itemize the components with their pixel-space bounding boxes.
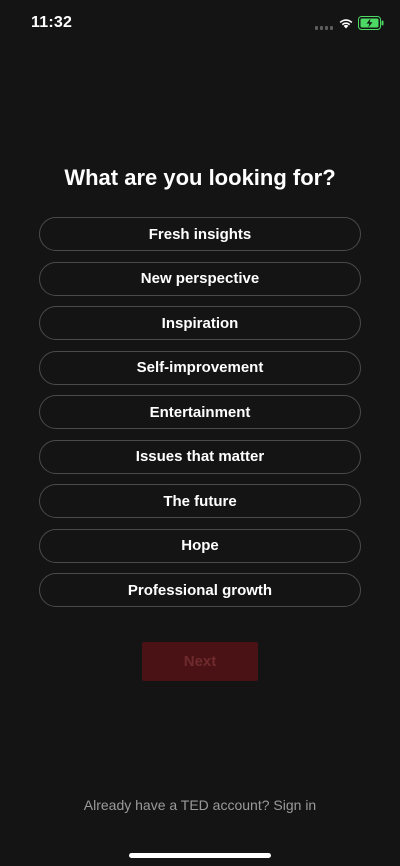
option-inspiration[interactable]: Inspiration [39, 306, 361, 340]
page-title: What are you looking for? [64, 165, 336, 190]
option-self-improvement[interactable]: Self-improvement [39, 350, 361, 385]
option-professional-growth[interactable]: Professional growth [39, 573, 361, 607]
battery-charging-icon [358, 16, 384, 30]
home-indicator[interactable] [129, 853, 271, 858]
option-hope[interactable]: Hope [39, 528, 361, 563]
status-time: 11:32 [31, 14, 73, 31]
interest-options-list: Fresh insights New perspective Inspirati… [39, 217, 361, 618]
wifi-icon [339, 19, 353, 29]
signin-row: Already have a TED account? Sign in [0, 797, 400, 813]
signin-link[interactable]: Sign in [273, 797, 316, 813]
next-button[interactable]: Next [142, 642, 258, 681]
option-entertainment[interactable]: Entertainment [39, 395, 361, 429]
option-new-perspective[interactable]: New perspective [39, 261, 361, 296]
signin-prompt: Already have a TED account? [83, 797, 270, 813]
option-fresh-insights[interactable]: Fresh insights [39, 217, 361, 251]
option-issues-that-matter[interactable]: Issues that matter [39, 439, 361, 474]
cellular-signal-icon [315, 24, 333, 30]
option-the-future[interactable]: The future [39, 484, 361, 518]
status-bar: 11:32 [0, 0, 400, 44]
